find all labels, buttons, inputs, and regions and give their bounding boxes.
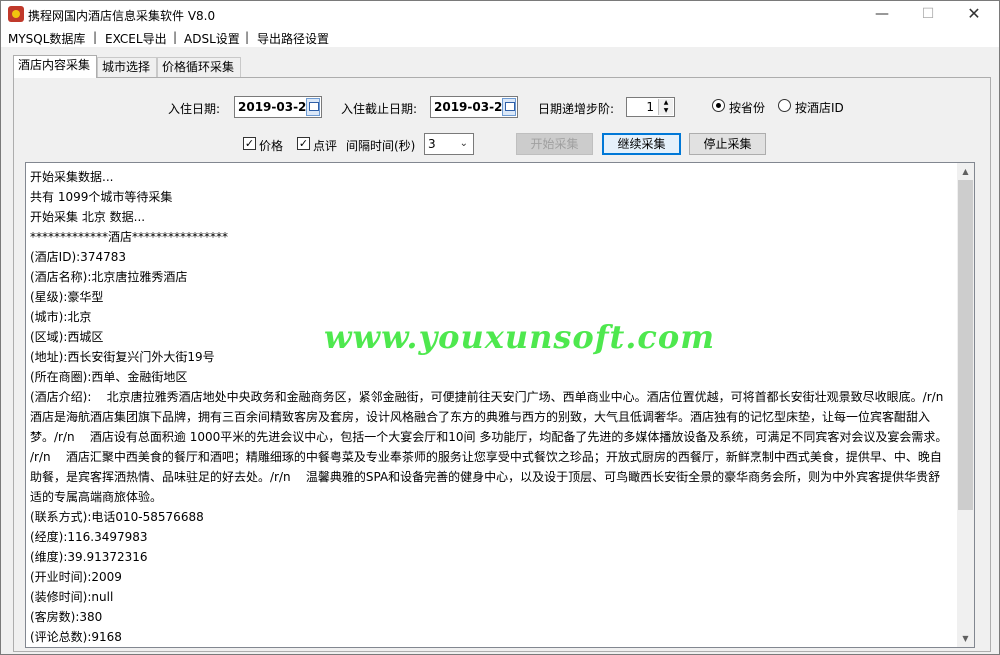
stop-collect-button[interactable]: 停止采集 <box>689 133 766 155</box>
price-checkbox[interactable]: ✓ <box>243 137 256 150</box>
price-checkbox-label: 价格 <box>259 139 284 153</box>
date-step-label: 日期递增步阶: <box>538 102 615 116</box>
menu-export-path[interactable]: 导出路径设置 <box>257 30 329 47</box>
log-line: (星级):豪华型 <box>30 290 104 304</box>
review-checkbox[interactable]: ✓ <box>297 137 310 150</box>
log-line: (酒店ID):374783 <box>30 250 126 264</box>
log-line: (酒店介绍): 北京唐拉雅秀酒店地处中央政务和金融商务区，紧邻金融街，可便捷前往… <box>30 390 959 504</box>
log-line: (维度):39.91372316 <box>30 550 148 564</box>
radio-by-hotel-id[interactable] <box>778 99 791 112</box>
calendar-icon[interactable] <box>306 98 320 116</box>
menu-mysql[interactable]: MYSQL数据库 <box>8 30 85 47</box>
app-logo-icon <box>8 6 24 22</box>
log-line: (酒店名称):北京唐拉雅秀酒店 <box>30 270 188 284</box>
review-checkbox-label: 点评 <box>313 139 338 153</box>
date-step-spinner[interactable]: 1 ▲ ▼ <box>626 97 675 117</box>
interval-select-value: 3 <box>428 137 436 151</box>
checkout-date-label: 入住截止日期: <box>341 102 418 116</box>
log-line: (开业时间):2009 <box>30 570 122 584</box>
log-lines: 开始采集数据... 共有 1099个城市等待采集 开始采集 北京 数据... ****… <box>30 167 954 647</box>
title-bar: 携程网国内酒店信息采集软件 V8.0 — ☐ ✕ <box>1 1 999 27</box>
log-scrollbar[interactable]: ▲ ▼ <box>957 163 974 647</box>
window-title: 携程网国内酒店信息采集软件 V8.0 <box>28 9 216 23</box>
checkin-date-picker[interactable]: 2019-03-20 <box>234 96 322 118</box>
tab-city-select[interactable]: 城市选择 <box>97 57 157 77</box>
checkout-date-picker[interactable]: 2019-03-20 <box>430 96 518 118</box>
calendar-icon[interactable] <box>502 98 516 116</box>
scroll-up-icon[interactable]: ▲ <box>957 163 974 180</box>
log-line: 开始采集数据... <box>30 170 114 184</box>
log-line: *************酒店**************** <box>30 230 229 244</box>
radio-by-hotel-id-label: 按酒店ID <box>795 101 844 115</box>
tab-price-loop[interactable]: 价格循环采集 <box>157 57 241 77</box>
checkin-date-label: 入住日期: <box>168 102 221 116</box>
menu-separator: | <box>173 30 178 44</box>
menu-excel-export[interactable]: EXCEL导出 <box>105 30 167 47</box>
date-step-value: 1 <box>646 100 654 114</box>
log-line: (装修时间):null <box>30 590 114 604</box>
spin-up-icon[interactable]: ▲ <box>659 99 673 107</box>
minimize-button[interactable]: — <box>859 1 905 27</box>
checkout-date-value: 2019-03-20 <box>434 100 511 114</box>
continue-collect-button[interactable]: 继续采集 <box>602 133 681 155</box>
interval-select[interactable]: 3 ⌄ <box>424 133 474 155</box>
close-button[interactable]: ✕ <box>951 1 997 27</box>
watermark: www.youxunsoft.com <box>324 318 716 356</box>
log-line: (联系方式):电话010-58576688 <box>30 510 204 524</box>
log-line: (所在商圈):西单、金融街地区 <box>30 370 188 384</box>
tab-hotel-content[interactable]: 酒店内容采集 <box>13 55 97 78</box>
maximize-button[interactable]: ☐ <box>905 1 951 27</box>
log-output[interactable]: 开始采集数据... 共有 1099个城市等待采集 开始采集 北京 数据... ****… <box>25 162 975 648</box>
radio-by-province[interactable] <box>712 99 725 112</box>
spinner-buttons[interactable]: ▲ ▼ <box>658 99 673 115</box>
menu-adsl-settings[interactable]: ADSL设置 <box>184 30 240 47</box>
interval-label: 间隔时间(秒) <box>346 139 416 153</box>
log-line: (评论总数):9168 <box>30 630 122 644</box>
menu-separator: | <box>93 30 98 44</box>
radio-by-province-label: 按省份 <box>729 101 766 115</box>
log-line: 开始采集 北京 数据... <box>30 210 146 224</box>
log-line: 共有 1099个城市等待采集 <box>30 190 173 204</box>
chevron-down-icon: ⌄ <box>459 138 468 149</box>
app-window: 携程网国内酒店信息采集软件 V8.0 — ☐ ✕ MYSQL数据库 | EXCE… <box>0 0 1000 655</box>
menu-bar: MYSQL数据库 | EXCEL导出 | ADSL设置 | 导出路径设置 <box>1 27 999 47</box>
scroll-thumb[interactable] <box>958 180 973 510</box>
scroll-down-icon[interactable]: ▼ <box>957 630 974 647</box>
checkin-date-value: 2019-03-20 <box>238 100 315 114</box>
menu-separator: | <box>245 30 250 44</box>
log-line: (经度):116.3497983 <box>30 530 148 544</box>
spin-down-icon[interactable]: ▼ <box>659 107 673 115</box>
log-line: (客房数):380 <box>30 610 103 624</box>
start-collect-button[interactable]: 开始采集 <box>516 133 593 155</box>
